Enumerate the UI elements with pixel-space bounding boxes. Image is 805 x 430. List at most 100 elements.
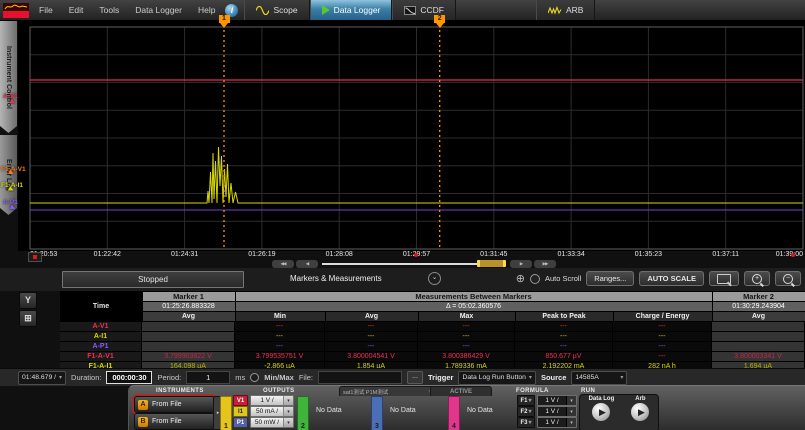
chart-canvas: [18, 20, 805, 251]
zoom-out-button[interactable]: −: [775, 271, 801, 286]
f1-scale-select[interactable]: 1 V /▾: [537, 395, 577, 406]
trigger-select[interactable]: Data Log Run Button▾: [458, 371, 536, 385]
caret-down-icon: ▾: [566, 418, 576, 427]
duration-value[interactable]: 000:00:30: [106, 371, 152, 384]
scroll-fast-forward-button[interactable]: ▶▶: [534, 260, 556, 268]
scrollbar-track[interactable]: [322, 263, 480, 265]
fit-to-screen-button[interactable]: [709, 271, 739, 286]
record-marker-button[interactable]: [28, 252, 42, 262]
output-4-bar[interactable]: 4: [448, 396, 460, 430]
col-header: Avg: [326, 312, 418, 321]
f1-chip[interactable]: F1▾: [517, 395, 535, 406]
time-label: Time: [61, 302, 142, 311]
v1-chip[interactable]: V1: [233, 395, 248, 406]
row-label: A-I1: [60, 332, 142, 341]
source-label: Source: [541, 373, 566, 382]
menu-item-tools[interactable]: Tools: [99, 5, 119, 15]
scroll-back-button[interactable]: ◀: [296, 260, 318, 268]
arb-label: Arb: [635, 396, 645, 402]
measurement-cell: ---: [515, 332, 613, 341]
measurement-cell: [712, 342, 805, 351]
measurement-cell: ---: [418, 342, 515, 351]
arb-play-button[interactable]: ▶: [631, 403, 649, 421]
instrument-a-from-file-button[interactable]: A From File: [134, 396, 215, 413]
tab-label: ARB: [566, 5, 583, 15]
table-row-f1-a-v1[interactable]: F1-A-V13.799903822 V3.799535751 V3.80000…: [60, 351, 805, 361]
measurement-cell: [142, 332, 235, 341]
i1-scale-select[interactable]: 50 mA /▾: [250, 406, 294, 417]
scroll-rewind-button[interactable]: ◀◀: [272, 260, 294, 268]
marker1-header: Marker 1: [143, 292, 235, 301]
marker-2-handle[interactable]: 2: [434, 15, 445, 23]
menu-item-edit[interactable]: Edit: [69, 5, 84, 15]
v1-scale-select[interactable]: 1 V /▾: [250, 395, 294, 406]
measurement-cell: 3.799903822 V: [142, 352, 235, 361]
table-row-a-v1[interactable]: A-V1---------------: [60, 321, 805, 331]
measurement-cell: 3.800386429 V: [418, 352, 515, 361]
chevron-down-icon[interactable]: ⌄: [428, 272, 441, 285]
marker2-time: 01:30:29.243904: [713, 302, 805, 311]
table-row-a-p1[interactable]: A-P1---------------: [60, 341, 805, 351]
menu-item-help[interactable]: Help: [198, 5, 215, 15]
menu-item-file[interactable]: File: [39, 5, 53, 15]
ranges-button[interactable]: Ranges...: [586, 271, 634, 286]
scrollbar-thumb[interactable]: [477, 260, 506, 267]
f2-chip[interactable]: F2▾: [517, 406, 535, 417]
output-2-bar[interactable]: 2: [297, 396, 309, 430]
source-select[interactable]: 14585A▾: [571, 371, 627, 385]
tab-ccdf[interactable]: CCDF: [392, 0, 456, 20]
file-tab[interactable]: sat1测试 P1M测试 ×: [339, 386, 436, 396]
f3-scale-select[interactable]: 1 V /▾: [537, 417, 577, 428]
channel-label-a-p1[interactable]: A-P1▶: [3, 199, 18, 213]
period-input[interactable]: 1: [186, 371, 230, 384]
browse-file-button[interactable]: ...: [407, 371, 423, 384]
menu-bar: File Edit Tools Data Logger Help: [39, 5, 215, 15]
channel-label-a-v1[interactable]: A-V1▶: [3, 93, 18, 107]
f2-scale-select[interactable]: 1 V /▾: [537, 406, 577, 417]
marker-1-handle[interactable]: 1: [219, 15, 230, 23]
tab-scope[interactable]: Scope: [244, 0, 309, 20]
active-tab[interactable]: ACTIVE: [430, 386, 492, 396]
output-1-p1-row: P1 50 mW /▾: [233, 418, 294, 427]
measurement-cell: ---: [515, 322, 613, 331]
grid-view-button[interactable]: ⊞: [19, 310, 37, 327]
table-row-a-i1[interactable]: A-I1---------------: [60, 331, 805, 341]
i1-chip[interactable]: I1: [233, 406, 248, 417]
measurement-cell: ---: [613, 322, 712, 331]
instrument-b-from-file-button[interactable]: B From File: [134, 413, 215, 430]
file-label: File:: [299, 373, 313, 382]
zoom-in-button[interactable]: +: [744, 271, 770, 286]
table-header-row-3: Avg Min Avg Max Peak to Peak Charge / En…: [60, 311, 805, 321]
elapsed-time-dropdown[interactable]: 01:48.679 /▾: [18, 371, 66, 385]
auto-scale-button[interactable]: AUTO SCALE: [639, 271, 704, 286]
waveform-chart[interactable]: 1 2: [18, 20, 805, 251]
output-3-bar[interactable]: 3: [371, 396, 383, 430]
tab-arb[interactable]: ARB: [536, 0, 595, 20]
tab-data-logger[interactable]: Data Logger: [310, 0, 393, 20]
measurement-cell: ---: [325, 332, 418, 341]
file-input[interactable]: [318, 371, 402, 384]
instrument-a-badge: A: [138, 400, 148, 410]
scroll-forward-button[interactable]: ▶: [510, 260, 532, 268]
output-1-bar[interactable]: 1: [220, 396, 232, 430]
f3-chip[interactable]: F3▾: [517, 417, 535, 428]
data-log-play-button[interactable]: ▶: [592, 403, 610, 421]
sidebar-tab-instrument-control[interactable]: Instrument Control: [0, 21, 17, 133]
pan-crosshair-icon[interactable]: ⊕: [516, 272, 525, 286]
x-tick: 01:39:00: [776, 251, 803, 258]
instrument-panel: INSTRUMENTS OUTPUTS sat1测试 P1M测试 × ACTIV…: [128, 385, 805, 430]
channel-label-f1-a-i1[interactable]: F1-A-I1▶: [1, 182, 23, 196]
auto-scroll-radio[interactable]: [530, 274, 540, 284]
menu-item-data-logger[interactable]: Data Logger: [135, 5, 182, 15]
minmax-checkbox[interactable]: [250, 373, 259, 382]
channel-label-f1-a-v1[interactable]: F1-A-V1▶: [1, 166, 26, 180]
measurement-cell: ---: [325, 342, 418, 351]
trigger-label: Trigger: [428, 373, 453, 382]
display-scale-icon: [717, 274, 731, 284]
table-header-row-1: Marker 1 Measurements Between Markers Ma…: [60, 291, 805, 301]
measurement-cell: ---: [515, 342, 613, 351]
marker-tool-button[interactable]: Y: [19, 292, 37, 309]
tab-label: CCDF: [420, 5, 444, 15]
p1-chip[interactable]: P1: [233, 417, 248, 428]
p1-scale-select[interactable]: 50 mW /▾: [250, 417, 294, 428]
